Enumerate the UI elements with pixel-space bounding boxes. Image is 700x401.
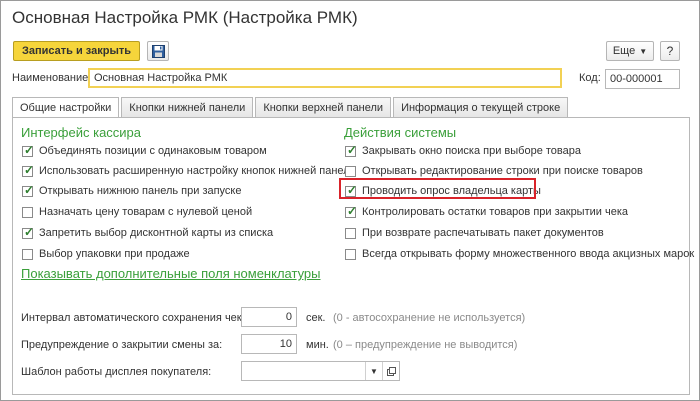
floppy-disk-icon	[151, 44, 165, 58]
cashier-options: ✓ Объединять позиции с одинаковым товаро…	[22, 143, 356, 262]
checkmark-icon: ✓	[24, 182, 35, 197]
cashier-section-title: Интерфейс кассира	[21, 125, 142, 140]
tab-bar: Общие настройки Кнопки нижней панели Кно…	[12, 97, 570, 118]
window-title: Основная Настройка РМК (Настройка РМК)	[12, 8, 358, 27]
checkmark-icon: ✓	[347, 142, 358, 157]
tab-bottom-panel-buttons[interactable]: Кнопки нижней панели	[121, 97, 254, 117]
checkbox-excise-form[interactable]: Всегда открывать форму множественного вв…	[345, 246, 694, 262]
display-template-select[interactable]: ▼	[241, 361, 400, 381]
checkbox[interactable]	[345, 248, 356, 260]
checkbox-label: Всегда открывать форму множественного вв…	[362, 248, 695, 260]
checkmark-icon: ✓	[24, 162, 35, 177]
help-button[interactable]: ?	[660, 41, 680, 61]
checkbox-label: Выбор упаковки при продаже	[39, 248, 190, 260]
checkbox-print-on-return[interactable]: При возврате распечатывать пакет докумен…	[345, 225, 694, 241]
save-and-close-button[interactable]: Записать и закрыть	[13, 41, 140, 61]
checkbox[interactable]	[345, 165, 356, 177]
checkbox-label: Открывать редактирование строки при поис…	[362, 165, 643, 177]
more-button[interactable]: Еще ▼	[606, 41, 654, 61]
checkbox-open-bottom-panel[interactable]: ✓ Открывать нижнюю панель при запуске	[22, 183, 356, 199]
checkbox[interactable]	[22, 206, 33, 218]
system-section-title: Действия системы	[344, 125, 457, 140]
checkbox[interactable]: ✓	[22, 162, 35, 177]
autosave-unit: сек.	[306, 312, 326, 324]
checkbox-merge-positions[interactable]: ✓ Объединять позиции с одинаковым товаро…	[22, 143, 356, 159]
checkbox-zero-price[interactable]: Назначать цену товарам с нулевой ценой	[22, 204, 356, 220]
checkbox[interactable]: ✓	[22, 182, 35, 197]
shift-warning-hint: (0 – предупреждение не выводится)	[333, 339, 518, 351]
display-template-value	[242, 362, 365, 380]
checkbox-extended-buttons[interactable]: ✓ Использовать расширенную настройку кно…	[22, 163, 356, 179]
checkbox-forbid-card-list[interactable]: ✓ Запретить выбор дисконтной карты из сп…	[22, 225, 356, 241]
highlight-frame	[339, 178, 536, 199]
tab-top-panel-buttons[interactable]: Кнопки верхней панели	[255, 97, 392, 117]
tab-general-settings[interactable]: Общие настройки	[12, 97, 120, 118]
checkbox-control-stock[interactable]: ✓ Контролировать остатки товаров при зак…	[345, 204, 694, 220]
checkbox-label: При возврате распечатывать пакет докумен…	[362, 227, 604, 239]
autosave-interval-input[interactable]	[241, 307, 297, 327]
checkmark-icon: ✓	[24, 224, 35, 239]
shift-warning-input[interactable]	[241, 334, 297, 354]
tab-current-line-info[interactable]: Информация о текущей строке	[393, 97, 569, 117]
system-options: ✓ Закрывать окно поиска при выборе товар…	[345, 143, 694, 262]
checkbox-label: Использовать расширенную настройку кнопо…	[39, 165, 356, 177]
checkbox-label: Контролировать остатки товаров при закры…	[362, 206, 628, 218]
checkbox-label: Запретить выбор дисконтной карты из спис…	[39, 227, 274, 239]
autosave-label: Интервал автоматического сохранения чека…	[21, 312, 252, 324]
settings-window: Основная Настройка РМК (Настройка РМК) З…	[0, 0, 700, 401]
open-form-icon[interactable]	[382, 362, 399, 380]
checkbox[interactable]: ✓	[22, 142, 35, 157]
code-label: Код:	[579, 72, 601, 84]
name-label: Наименование:	[12, 72, 92, 84]
checkbox-label: Закрывать окно поиска при выборе товара	[362, 145, 581, 157]
display-template-label: Шаблон работы дисплея покупателя:	[21, 366, 212, 378]
checkmark-icon: ✓	[24, 142, 35, 157]
dropdown-arrow-icon[interactable]: ▼	[365, 362, 382, 380]
checkbox-package-select[interactable]: Выбор упаковки при продаже	[22, 246, 356, 262]
checkbox[interactable]: ✓	[345, 203, 358, 218]
show-extra-fields-link[interactable]: Показывать дополнительные поля номенклат…	[21, 266, 321, 281]
checkbox-open-line-edit[interactable]: Открывать редактирование строки при поис…	[345, 163, 694, 179]
code-input[interactable]	[605, 69, 680, 89]
shift-warning-unit: мин.	[306, 339, 329, 351]
checkbox[interactable]: ✓	[22, 224, 35, 239]
autosave-hint: (0 - автосохранение не используется)	[333, 312, 526, 324]
chevron-down-icon: ▼	[639, 46, 648, 56]
checkbox[interactable]: ✓	[345, 142, 358, 157]
checkbox-close-search[interactable]: ✓ Закрывать окно поиска при выборе товар…	[345, 143, 694, 159]
more-button-label: Еще	[612, 45, 636, 57]
shift-warning-label: Предупреждение о закрытии смены за:	[21, 339, 223, 351]
checkbox-label: Назначать цену товарам с нулевой ценой	[39, 206, 253, 218]
save-button[interactable]	[147, 41, 169, 61]
name-input[interactable]	[88, 68, 562, 88]
checkbox[interactable]	[22, 248, 33, 260]
checkbox[interactable]	[345, 227, 356, 239]
checkbox-label: Открывать нижнюю панель при запуске	[39, 185, 242, 197]
checkbox-label: Объединять позиции с одинаковым товаром	[39, 145, 267, 157]
checkmark-icon: ✓	[347, 203, 358, 218]
